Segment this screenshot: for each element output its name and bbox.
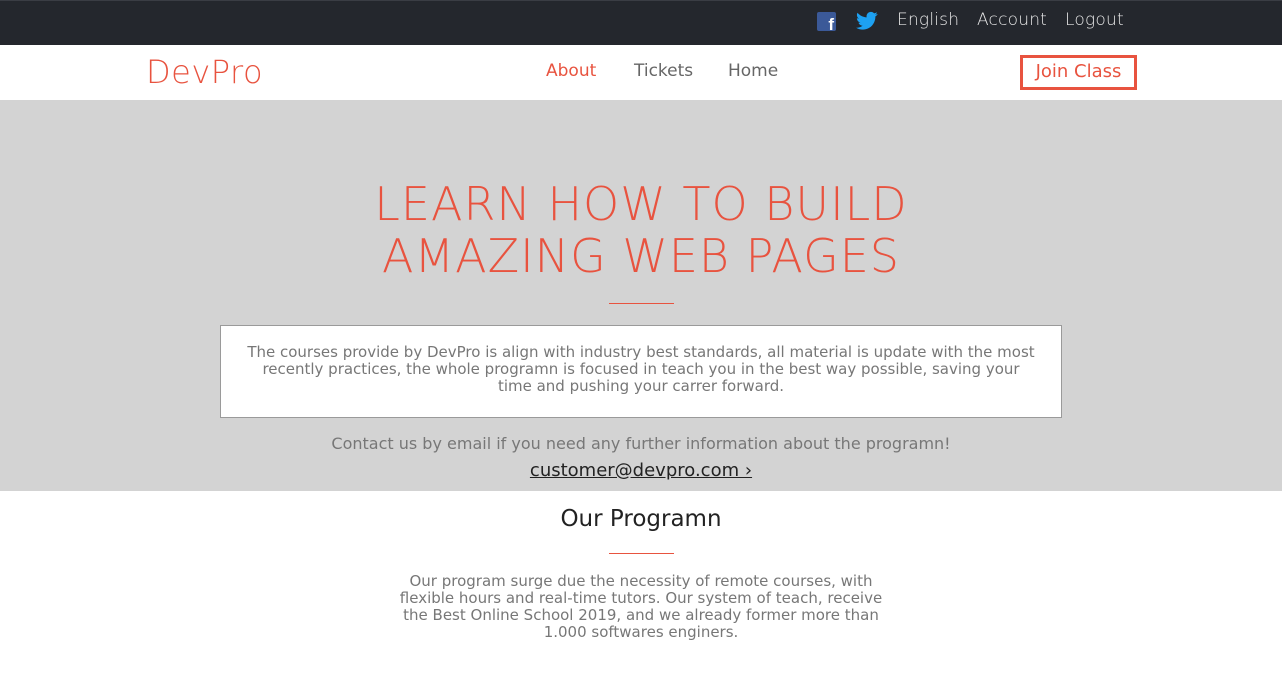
program-divider (609, 553, 674, 554)
hero-title: LEARN HOW TO BUILD AMAZING WEB PAGES (0, 178, 1282, 282)
nav-tickets[interactable]: Tickets (634, 61, 693, 81)
hero-section: LEARN HOW TO BUILD AMAZING WEB PAGES The… (0, 100, 1282, 491)
hero-title-line-1: LEARN HOW TO BUILD (374, 177, 908, 231)
hero-title-line-2: AMAZING WEB PAGES (381, 229, 901, 283)
facebook-icon[interactable]: f (817, 12, 836, 33)
brand-logo[interactable]: DevPro (146, 53, 263, 91)
navbar: DevPro About Tickets Home Join Class (0, 45, 1282, 100)
email-link-container: customer@devpro.com › (0, 460, 1282, 481)
email-link[interactable]: customer@devpro.com › (530, 460, 752, 481)
hero-description: The courses provide by DevPro is align w… (247, 343, 1035, 395)
hero-divider (609, 303, 674, 304)
nav-home[interactable]: Home (728, 61, 778, 81)
top-bar: f English Account Logout (0, 0, 1282, 45)
nav-about[interactable]: About (546, 61, 596, 81)
program-title: Our Programn (560, 506, 722, 532)
contact-text: Contact us by email if you need any furt… (331, 434, 951, 453)
hero-description-box: The courses provide by DevPro is align w… (220, 325, 1062, 418)
account-link[interactable]: Account (977, 10, 1047, 30)
logout-link[interactable]: Logout (1065, 10, 1124, 30)
join-class-button[interactable]: Join Class (1020, 55, 1137, 90)
program-description: Our program surge due the necessity of r… (399, 572, 883, 641)
language-link[interactable]: English (897, 10, 959, 30)
twitter-icon[interactable] (856, 11, 878, 31)
